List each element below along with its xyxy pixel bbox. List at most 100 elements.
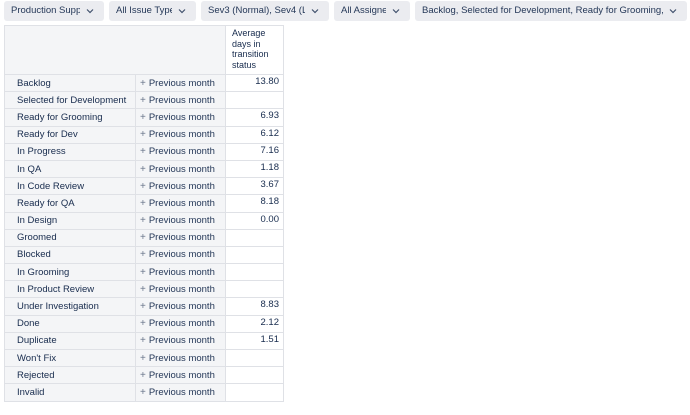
value-cell (225, 228, 284, 247)
time-period-label: Previous month (148, 352, 215, 364)
time-period-label: Previous month (148, 180, 215, 192)
expand-row-cell[interactable]: + Previous month (135, 73, 226, 93)
row-header[interactable]: Rejected (4, 366, 136, 385)
plus-icon[interactable]: + (140, 249, 146, 260)
table-row: Ready for QA + Previous month 8.18 (4, 194, 284, 213)
assignee-filter-label: All Assignees (341, 5, 386, 16)
issue-type-filter[interactable]: All Issue Types (109, 1, 196, 21)
row-header[interactable]: Duplicate (4, 331, 136, 351)
row-header[interactable]: Blocked (4, 245, 136, 265)
table-row: In Grooming + Previous month (4, 263, 284, 282)
plus-icon[interactable]: + (140, 78, 146, 89)
time-period-label: Previous month (148, 129, 215, 141)
table-row: Rejected + Previous month (4, 366, 284, 385)
plus-icon[interactable]: + (140, 198, 146, 209)
plus-icon[interactable]: + (140, 112, 146, 123)
time-period-label: Previous month (148, 301, 215, 313)
plus-icon[interactable]: + (140, 318, 146, 329)
status-filter[interactable]: Backlog, Selected for Development, Ready… (415, 1, 687, 21)
table-row: In Code Review + Previous month 3.67 (4, 177, 284, 196)
expand-row-cell[interactable]: + Previous month (135, 125, 226, 144)
time-period-label: Previous month (148, 111, 215, 123)
row-header[interactable]: Ready for Dev (4, 125, 136, 144)
row-header[interactable]: In Grooming (4, 263, 136, 282)
chevron-down-icon (178, 8, 188, 14)
expand-row-cell[interactable]: + Previous month (135, 366, 226, 385)
plus-icon[interactable]: + (140, 284, 146, 295)
expand-row-cell[interactable]: + Previous month (135, 194, 226, 213)
plus-icon[interactable]: + (140, 370, 146, 381)
row-header[interactable]: Ready for Grooming (4, 108, 136, 127)
expand-row-cell[interactable]: + Previous month (135, 228, 226, 247)
row-header[interactable]: Ready for QA (4, 194, 136, 213)
table-row: In Progress + Previous month 7.16 (4, 142, 284, 161)
severity-filter[interactable]: Sev3 (Normal), Sev4 (Low) (201, 1, 329, 21)
project-filter[interactable]: Production Support (4, 1, 104, 21)
time-period-label: Previous month (148, 163, 215, 175)
plus-icon[interactable]: + (140, 232, 146, 243)
value-cell: 8.83 (225, 297, 284, 316)
header-corner (4, 25, 226, 75)
row-header[interactable]: Done (4, 314, 136, 333)
expand-row-cell[interactable]: + Previous month (135, 142, 226, 161)
header-row: Average days in transition status (4, 25, 284, 75)
expand-row-cell[interactable]: + Previous month (135, 331, 226, 351)
value-cell (225, 366, 284, 385)
expand-row-cell[interactable]: + Previous month (135, 314, 226, 333)
expand-row-cell[interactable]: + Previous month (135, 245, 226, 265)
chevron-down-icon (669, 8, 679, 14)
value-cell: 6.93 (225, 108, 284, 127)
expand-row-cell[interactable]: + Previous month (135, 91, 226, 110)
row-header[interactable]: In Product Review (4, 280, 136, 299)
plus-icon[interactable]: + (140, 215, 146, 226)
row-header[interactable]: Won't Fix (4, 348, 136, 368)
chevron-down-icon (86, 8, 96, 14)
plus-icon[interactable]: + (140, 181, 146, 192)
plus-icon[interactable]: + (140, 353, 146, 364)
expand-row-cell[interactable]: + Previous month (135, 263, 226, 282)
expand-row-cell[interactable]: + Previous month (135, 177, 226, 196)
plus-icon[interactable]: + (140, 387, 146, 398)
table-row: Duplicate + Previous month 1.51 (4, 331, 284, 351)
time-period-label: Previous month (148, 266, 215, 278)
expand-row-cell[interactable]: + Previous month (135, 159, 226, 179)
row-header[interactable]: Groomed (4, 228, 136, 247)
table-row: Won't Fix + Previous month (4, 348, 284, 368)
plus-icon[interactable]: + (140, 95, 146, 106)
filter-bar: Production Support All Issue Types Sev3 … (4, 1, 687, 21)
expand-row-cell[interactable]: + Previous month (135, 280, 226, 299)
plus-icon[interactable]: + (140, 335, 146, 346)
row-header[interactable]: In QA (4, 159, 136, 179)
row-header[interactable]: Under Investigation (4, 297, 136, 316)
plus-icon[interactable]: + (140, 164, 146, 175)
time-period-label: Previous month (148, 215, 215, 227)
issue-type-filter-label: All Issue Types (116, 5, 172, 16)
report-table: Average days in transition status Backlo… (4, 25, 284, 402)
plus-icon[interactable]: + (140, 301, 146, 312)
row-header[interactable]: In Design (4, 211, 136, 230)
table-row: Selected for Development + Previous month (4, 91, 284, 110)
plus-icon[interactable]: + (140, 267, 146, 278)
row-header[interactable]: Backlog (4, 73, 136, 93)
table-row: In Product Review + Previous month (4, 280, 284, 299)
plus-icon[interactable]: + (140, 129, 146, 140)
time-period-label: Previous month (148, 283, 215, 295)
expand-row-cell[interactable]: + Previous month (135, 383, 226, 402)
expand-row-cell[interactable]: + Previous month (135, 297, 226, 316)
time-period-label: Previous month (148, 335, 215, 347)
expand-row-cell[interactable]: + Previous month (135, 108, 226, 127)
row-header[interactable]: Selected for Development (4, 91, 136, 110)
expand-row-cell[interactable]: + Previous month (135, 348, 226, 368)
value-cell: 6.12 (225, 125, 284, 144)
table-row: In Design + Previous month 0.00 (4, 211, 284, 230)
row-header[interactable]: Invalid (4, 383, 136, 402)
measure-header[interactable]: Average days in transition status (225, 25, 284, 75)
row-header[interactable]: In Code Review (4, 177, 136, 196)
plus-icon[interactable]: + (140, 146, 146, 157)
assignee-filter[interactable]: All Assignees (334, 1, 410, 21)
expand-row-cell[interactable]: + Previous month (135, 211, 226, 230)
time-period-label: Previous month (148, 94, 215, 106)
status-filter-label: Backlog, Selected for Development, Ready… (422, 5, 663, 16)
row-header[interactable]: In Progress (4, 142, 136, 161)
value-cell (225, 91, 284, 110)
